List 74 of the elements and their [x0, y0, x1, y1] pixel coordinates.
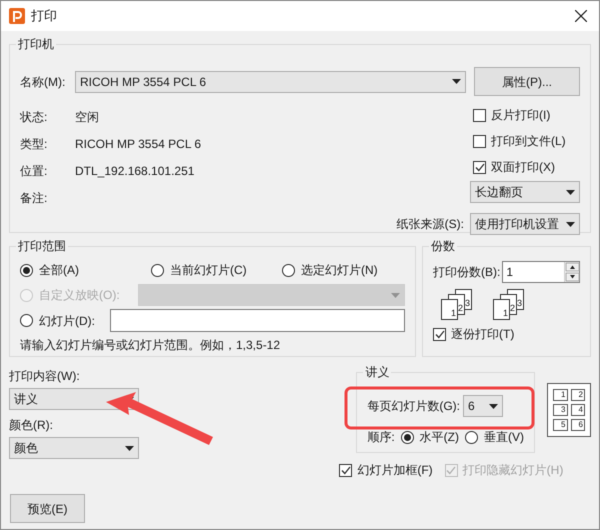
slide-number: 4	[578, 406, 583, 414]
field-label: 名称(M):	[20, 74, 66, 90]
app-icon	[9, 8, 25, 24]
info-label: 备注:	[20, 190, 48, 207]
info-label: 类型:	[20, 136, 48, 153]
dropdown[interactable]: 6	[463, 395, 503, 417]
window-title: 打印	[31, 7, 57, 26]
page-number: 2	[458, 304, 463, 313]
preview-button[interactable]: 预览(E)	[10, 494, 85, 523]
radio-button[interactable]	[400, 430, 414, 444]
spin-buttons[interactable]	[564, 262, 579, 282]
page-number: 3	[464, 299, 470, 308]
checkbox[interactable]	[473, 160, 486, 174]
close-icon[interactable]	[575, 10, 587, 22]
dropdown-arrow-icon	[566, 190, 575, 194]
page-number: 2	[510, 304, 515, 313]
page-number: 1	[450, 309, 456, 318]
checkbox[interactable]	[473, 134, 486, 148]
radio-label: 全部(A)	[39, 262, 79, 279]
radio-label: 自定义放映(O):	[39, 287, 120, 304]
dropdown-arrow-icon	[566, 222, 575, 226]
dropdown-arrow-icon	[125, 446, 134, 450]
field-label: 每页幻灯片数(G):	[367, 398, 460, 415]
radio-button[interactable]	[282, 264, 295, 276]
dropdown[interactable]: 长边翻页	[470, 181, 580, 203]
dropdown[interactable]: 颜色	[9, 437, 139, 459]
copies-field[interactable]: 1	[502, 261, 580, 283]
checkbox-label: 双面打印(X)	[491, 159, 555, 176]
field-label: 颜色(R):	[9, 417, 54, 434]
group-title: 打印范围	[17, 238, 67, 255]
radio-label: 幻灯片(D):	[39, 312, 95, 330]
group-title: 讲义	[364, 364, 390, 381]
dropdown[interactable]: 使用打印机设置	[470, 213, 580, 235]
checkbox[interactable]	[339, 464, 352, 476]
dropdown-arrow-icon	[489, 404, 498, 408]
field-label: 顺序:	[367, 429, 395, 446]
checkbox-label: 逐份打印(T)	[451, 326, 514, 343]
checkbox-label: 幻灯片加框(F)	[357, 462, 433, 479]
page-number: 1	[502, 309, 508, 318]
checkbox[interactable]	[433, 328, 446, 340]
dropdown[interactable]: RICOH MP 3554 PCL 6	[75, 70, 466, 92]
slide-number: 2	[578, 391, 583, 399]
radio-label: 当前幻灯片(C)	[170, 262, 247, 279]
info-value: RICOH MP 3554 PCL 6	[75, 136, 202, 153]
field-label: 打印份数(B):	[433, 264, 500, 281]
radio-button[interactable]	[465, 430, 478, 444]
checkbox-label: 反片打印(I)	[491, 107, 550, 124]
radio-button[interactable]	[20, 264, 33, 276]
radio-label: 水平(Z)	[420, 429, 459, 446]
slide-range-field[interactable]	[110, 309, 405, 332]
checkbox-label: 打印隐藏幻灯片(H)	[462, 462, 564, 479]
field-label: 打印内容(W):	[9, 368, 81, 385]
page-number: 3	[516, 299, 522, 308]
radio-label: 选定幻灯片(N)	[301, 262, 378, 279]
info-label: 状态:	[20, 109, 48, 126]
radio-label: 垂直(V)	[484, 429, 524, 446]
radio-button[interactable]	[20, 314, 33, 327]
dropdown-arrow-icon	[452, 79, 461, 84]
radio-button[interactable]	[151, 264, 164, 276]
group-title: 份数	[430, 238, 456, 255]
slide-number: 6	[578, 421, 583, 429]
info-label: 位置:	[20, 163, 48, 180]
checkbox-label: 打印到文件(L)	[491, 133, 566, 150]
properties-button[interactable]: 属性(P)...	[474, 67, 580, 96]
dropdown-arrow-icon	[391, 292, 400, 298]
slide-number: 1	[561, 391, 566, 399]
checkbox[interactable]	[473, 108, 486, 122]
slide-number: 5	[561, 421, 566, 429]
field-label: 纸张来源(S):	[396, 216, 464, 233]
group-title: 打印机	[17, 36, 55, 53]
info-value: 空闲	[75, 109, 100, 126]
info-value: DTL_192.168.101.251	[75, 163, 196, 180]
slide-number: 3	[561, 406, 566, 414]
hint-text: 请输入幻灯片编号或幻灯片范围。例如，1,3,5-12	[20, 337, 282, 354]
